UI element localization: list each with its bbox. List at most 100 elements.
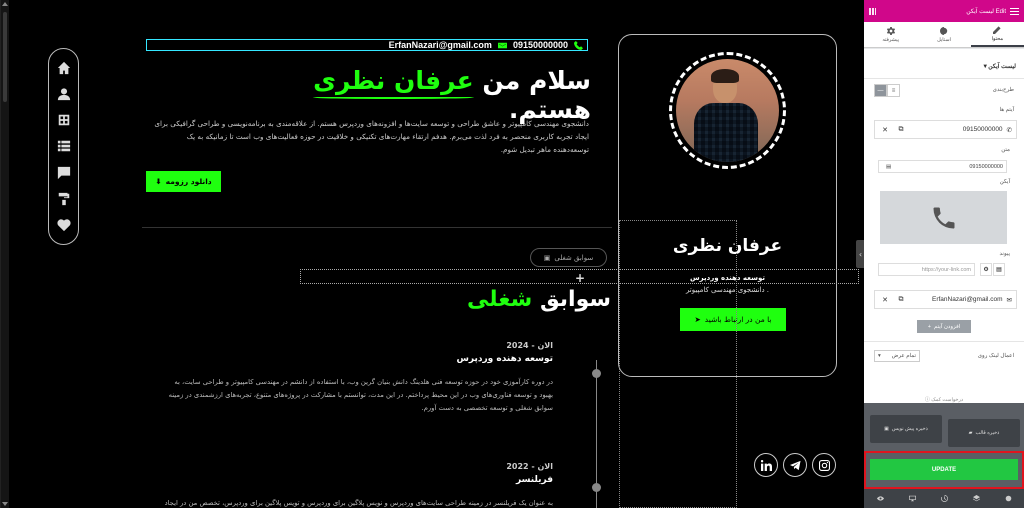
text-input[interactable]: 09150000000 ▤ [878,160,1007,173]
chevron-down-icon: ▾ [878,353,881,359]
download-resume-button[interactable]: دانلود رزومه ⬇ [146,171,221,192]
panel-body: لیست آیکن ▼ طرح‌بندی ≡ — آیتم ها ✆ 09150… [864,49,1024,403]
hero-title-highlight: عرفان نظری [313,66,474,99]
highlight-underline [313,96,474,99]
layers-icon[interactable] [972,495,980,502]
briefcase-icon: ▣ [543,253,551,262]
paint-roller-icon[interactable] [56,191,72,207]
phone-icon [933,207,954,228]
caret-down-icon: ▼ [982,63,989,70]
phone-icon [574,40,583,50]
column-outline [619,220,737,508]
update-button[interactable]: UPDATE [870,459,1018,480]
list-icon[interactable] [56,138,72,154]
save-options-area: ذخیره قالب ▰ ذخیره پیش نویس ▣ [864,403,1024,451]
scroll-down-arrow[interactable] [2,502,8,506]
editor-panel: Edit لیست آیکن محتوا استایل پیشرفته لیست… [864,0,1024,508]
hero-title-pre: سلام من [473,66,591,95]
telegram-icon[interactable] [783,453,807,477]
responsive-icon[interactable] [908,495,916,502]
phone-icon: ✆ [1006,126,1012,134]
close-icon[interactable]: ✕ [879,124,891,136]
linkedin-icon[interactable] [754,453,778,477]
link-target-value: تمام عرض [891,353,916,359]
folder-icon: ▰ [968,430,973,436]
tab-advanced-label: پیشرفته [882,36,900,43]
panel-collapse-handle[interactable]: ‹ [856,240,864,268]
panel-header: Edit لیست آیکن [864,0,1024,22]
close-icon[interactable]: ✕ [879,294,891,306]
side-navigation [48,48,79,245]
experience-role: فریلنسر [516,475,553,485]
layout-inline-button[interactable]: ≡ [887,84,900,97]
pencil-icon [993,25,1001,34]
duplicate-icon[interactable]: ⧉ [895,124,907,136]
timeline-dot [592,369,601,378]
link-placeholder: https://your-link.com [921,266,971,273]
experience-role: توسعه دهنده وردپرس [456,354,553,364]
panel-footer [864,489,1024,508]
save-template-card[interactable]: ذخیره قالب ▰ [948,419,1020,447]
hero-description: دانشجوی مهندسی کامپیوتر و عاشق طراحی و ت… [154,119,589,154]
need-help-link[interactable]: درخواست کمک ⓘ [864,396,1024,403]
eye-icon[interactable] [876,495,884,502]
tab-style[interactable]: استایل [917,22,970,47]
text-input-value: 09150000000 [969,163,1003,170]
experience-pill-label: سوابق شغلی [554,253,594,262]
hero-name: عرفان نظری [313,66,474,95]
instagram-icon[interactable] [812,453,836,477]
duplicate-icon[interactable]: ⧉ [895,294,907,306]
heart-pulse-icon[interactable] [56,217,72,233]
experience-date: الان - 2024 [506,341,553,350]
gear-icon[interactable] [1005,495,1012,502]
vertical-scrollbar[interactable] [1,0,9,508]
link-label: پیوند [999,251,1010,257]
contact-strip: ErfanNazari@gmail.com 09150000000 [146,39,588,51]
repeater-item[interactable]: ✆ 09150000000 ⧉ ✕ [874,120,1017,139]
save-draft-card[interactable]: ذخیره پیش نویس ▣ [870,415,942,443]
link-settings-icon[interactable]: ⚙ [980,263,992,276]
layout-toggle: ≡ — [874,84,900,97]
widgets-grid-icon[interactable] [869,7,876,15]
link-target-select[interactable]: تمام عرض ▾ [874,350,920,362]
home-icon[interactable] [56,60,72,76]
icon-picker[interactable] [880,191,1007,244]
add-section-plus-icon[interactable]: + [575,271,585,285]
layout-label: طرح‌بندی [992,87,1014,93]
phone-text[interactable]: 09150000000 [513,40,568,50]
download-label: دانلود رزومه [165,177,212,186]
dynamic-tags-icon[interactable]: ▤ [886,164,891,170]
section-divider [142,227,612,228]
layout-default-button[interactable]: — [874,84,887,97]
panel-title: Edit لیست آیکن [966,8,1006,15]
scroll-thumb[interactable] [3,12,7,102]
save-icon: ▣ [884,426,889,432]
user-icon[interactable] [56,86,72,102]
section-header[interactable]: لیست آیکن ▼ [864,55,1024,79]
dynamic-tags-icon[interactable]: ▤ [993,263,1005,276]
divider [864,341,1024,342]
section-title: لیست آیکن [988,64,1016,70]
tab-content[interactable]: محتوا [970,22,1024,47]
history-icon[interactable] [940,495,948,502]
experience-title-pre: سوابق [532,287,611,312]
experience-description: به عنوان یک فریلنسر در زمینه طراحی سایت‌… [164,499,553,507]
tab-content-label: محتوا [991,35,1004,42]
tab-advanced[interactable]: پیشرفته [864,22,917,47]
menu-icon[interactable] [1010,7,1019,15]
add-item-button[interactable]: افزودن آیتم + [917,320,971,333]
items-label: آیتم ها [999,107,1014,113]
repeater-item[interactable]: ✉ ErfanNazari@gmail.com ⧉ ✕ [874,290,1017,309]
scroll-up-arrow[interactable] [2,2,8,6]
link-target-label: اعمال لینک روی [977,353,1014,359]
timeline-dot [592,483,601,492]
repeater-item-label: 09150000000 [962,126,1003,133]
save-template-label: ذخیره قالب [975,430,1000,436]
experience-title-highlight: شغلی [466,287,533,312]
email-text[interactable]: ErfanNazari@gmail.com [389,40,492,50]
chat-icon[interactable] [56,165,72,181]
update-highlight: UPDATE [864,451,1024,489]
half-circle-icon [940,26,948,35]
link-input[interactable]: https://your-link.com [878,263,975,276]
portfolio-icon[interactable] [56,112,72,128]
